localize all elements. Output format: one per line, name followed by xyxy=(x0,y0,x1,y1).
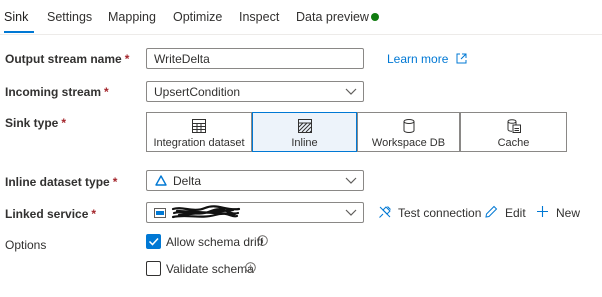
learn-more-text: Learn more xyxy=(387,52,449,66)
external-link-icon xyxy=(456,53,467,64)
required-marker: * xyxy=(61,116,67,130)
chevron-down-icon xyxy=(345,88,357,95)
sink-type-label: Sink type * xyxy=(5,116,66,130)
required-marker: * xyxy=(91,207,97,221)
sink-type-label-text: Sink type xyxy=(5,116,59,130)
sink-type-option-label: Integration dataset xyxy=(153,137,245,149)
required-marker: * xyxy=(112,175,118,189)
edit-button[interactable]: Edit xyxy=(485,205,529,221)
cache-icon xyxy=(507,119,521,133)
sink-type-integration-dataset[interactable]: Integration dataset xyxy=(146,112,252,152)
sink-type-cache[interactable]: Cache xyxy=(460,112,567,152)
tab-bar: Sink Settings Mapping Optimize Inspect D… xyxy=(0,0,602,35)
new-button[interactable]: New xyxy=(536,205,582,221)
validate-schema-checkbox[interactable]: Validate schema xyxy=(146,261,261,277)
active-tab-indicator xyxy=(4,31,34,33)
plug-icon xyxy=(379,206,391,218)
tab-optimize[interactable]: Optimize xyxy=(173,10,222,24)
incoming-stream-label-text: Incoming stream xyxy=(5,85,102,99)
required-marker: * xyxy=(124,52,130,66)
sink-type-option-label: Inline xyxy=(291,137,318,149)
test-connection-button[interactable]: Test connection xyxy=(378,205,482,221)
options-label: Options xyxy=(5,238,47,252)
linked-service-label-text: Linked service xyxy=(5,207,89,221)
table-icon xyxy=(192,119,206,133)
delta-icon xyxy=(155,175,167,186)
plus-icon xyxy=(537,206,548,217)
checkbox-box[interactable] xyxy=(146,261,161,276)
chevron-down-icon xyxy=(345,177,357,184)
output-stream-label: Output stream name * xyxy=(5,52,129,66)
checkbox-box[interactable] xyxy=(146,234,161,249)
tab-sink[interactable]: Sink xyxy=(4,10,28,24)
database-icon xyxy=(403,119,414,134)
inline-dataset-type-value: Delta xyxy=(173,174,202,188)
inline-dataset-type-label-text: Inline dataset type xyxy=(5,175,110,189)
learn-more-link[interactable]: Learn more xyxy=(387,52,467,66)
data-preview-status-dot xyxy=(371,13,379,21)
chevron-down-icon xyxy=(345,209,357,216)
inline-dataset-icon xyxy=(297,119,312,133)
tabs-divider xyxy=(0,34,602,35)
validate-schema-label: Validate schema xyxy=(166,262,254,276)
info-icon[interactable] xyxy=(245,262,256,273)
redacted-value-scribble xyxy=(171,205,241,219)
incoming-stream-value: UpsertCondition xyxy=(154,85,241,99)
test-connection-label: Test connection xyxy=(398,206,482,220)
allow-schema-drift-checkbox[interactable]: Allow schema drift xyxy=(146,234,276,250)
storage-icon xyxy=(154,208,166,218)
sink-type-inline[interactable]: Inline xyxy=(252,112,357,152)
inline-dataset-type-dropdown[interactable]: Delta xyxy=(146,170,364,191)
incoming-stream-label: Incoming stream * xyxy=(5,85,109,99)
required-marker: * xyxy=(104,85,109,99)
allow-schema-drift-label: Allow schema drift xyxy=(166,235,264,249)
output-stream-label-text: Output stream name xyxy=(5,52,122,66)
edit-label: Edit xyxy=(505,206,526,220)
inline-dataset-type-label: Inline dataset type * xyxy=(5,175,117,189)
tab-inspect[interactable]: Inspect xyxy=(239,10,279,24)
tab-mapping[interactable]: Mapping xyxy=(108,10,156,24)
checkmark-icon xyxy=(148,237,159,246)
pencil-icon xyxy=(485,205,498,218)
info-icon[interactable] xyxy=(257,235,268,246)
sink-type-option-label: Cache xyxy=(497,137,530,149)
sink-type-workspace-db[interactable]: Workspace DB xyxy=(357,112,460,152)
output-stream-input[interactable]: WriteDelta xyxy=(146,48,364,69)
linked-service-label: Linked service * xyxy=(5,207,96,221)
tab-data-preview[interactable]: Data preview xyxy=(296,10,369,24)
sink-type-option-label: Workspace DB xyxy=(371,137,446,149)
new-label: New xyxy=(556,206,581,220)
incoming-stream-dropdown[interactable]: UpsertCondition xyxy=(146,81,364,102)
tab-settings[interactable]: Settings xyxy=(47,10,92,24)
linked-service-dropdown[interactable] xyxy=(146,202,364,223)
